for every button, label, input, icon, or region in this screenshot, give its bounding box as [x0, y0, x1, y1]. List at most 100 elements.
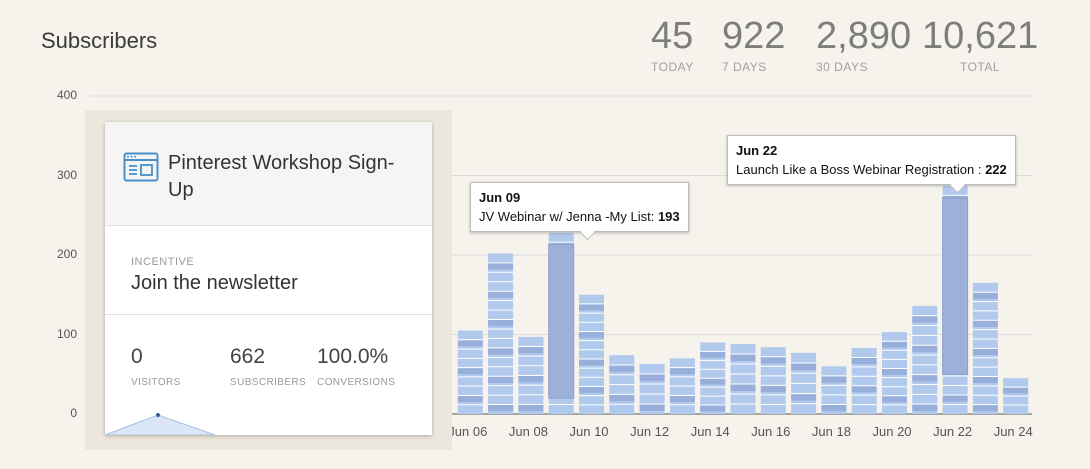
conversions-value: 100.0% [317, 345, 389, 368]
bar[interactable] [1003, 378, 1029, 414]
bar-segment [791, 393, 817, 401]
bar-segment [457, 395, 483, 402]
bar-segment [851, 385, 877, 393]
bar[interactable] [609, 355, 635, 414]
bar[interactable] [882, 332, 907, 414]
bar-segment [1003, 387, 1029, 394]
bar-segment [882, 395, 907, 403]
tooltip-jun-22: Jun 22 Launch Like a Boss Webinar Regist… [727, 135, 1016, 185]
bar[interactable] [548, 232, 575, 414]
bar[interactable] [457, 330, 483, 414]
card-header: Pinterest Workshop Sign-Up [105, 122, 432, 226]
bar[interactable] [579, 294, 604, 414]
bar[interactable] [972, 282, 998, 414]
bar[interactable] [518, 336, 544, 414]
x-tick-label: Jun 08 [508, 424, 548, 439]
card-stat-conversions: 100.0% CONVERSIONS [317, 345, 395, 388]
tooltip-text: Launch Like a Boss Webinar Registration … [736, 162, 986, 177]
bar-segment [972, 292, 998, 299]
bar[interactable] [488, 253, 514, 414]
x-tick-label: Jun 10 [569, 424, 609, 439]
bar[interactable] [700, 342, 726, 414]
tooltip-date: Jun 22 [736, 143, 778, 158]
bar-segment [972, 348, 998, 355]
bar[interactable] [730, 344, 756, 414]
bar[interactable] [760, 347, 786, 414]
subscribers-label: SUBSCRIBERS [230, 377, 307, 388]
highlighted-segment[interactable] [548, 244, 575, 399]
sparkline [105, 413, 216, 435]
bar-segment [760, 356, 786, 364]
bar[interactable] [942, 185, 969, 414]
card-incentive: INCENTIVE Join the newsletter [105, 226, 432, 315]
bar[interactable] [851, 348, 877, 414]
bar-segment [730, 384, 756, 392]
visitors-value: 0 [131, 345, 143, 368]
bar-segment [518, 346, 544, 354]
subscribers-value: 662 [230, 345, 266, 368]
bar-segment [669, 395, 695, 402]
bar-segment [579, 358, 604, 366]
bar-segment [700, 351, 726, 358]
form-card[interactable]: Pinterest Workshop Sign-Up INCENTIVE Joi… [105, 122, 432, 435]
form-window-icon [123, 152, 159, 182]
visitors-label: VISITORS [131, 377, 181, 388]
bar-segment [639, 373, 665, 381]
bar-segment [700, 378, 726, 385]
x-tick-label: Jun 14 [690, 424, 730, 439]
bar[interactable] [669, 358, 695, 414]
y-tick-label: 400 [56, 88, 77, 102]
x-tick-label: Jun 12 [630, 424, 670, 439]
incentive-label: INCENTIVE [131, 256, 195, 268]
tooltip-jun-09: Jun 09 JV Webinar w/ Jenna -My List: 193 [470, 182, 689, 232]
bar-segment [912, 374, 938, 382]
bar-segment [639, 403, 665, 411]
bar-segment [488, 291, 514, 298]
bar[interactable] [791, 352, 817, 414]
bar-segment [579, 386, 604, 393]
x-tick-label: Jun 24 [993, 424, 1033, 439]
y-tick-label: 300 [56, 167, 77, 182]
tooltip-text: JV Webinar w/ Jenna -My List: [479, 209, 658, 224]
card-stat-visitors: 0 VISITORS [131, 345, 181, 388]
tooltip-value: 222 [985, 162, 1007, 177]
x-tick-label: Jun 22 [933, 424, 973, 439]
bar-segment [972, 376, 998, 384]
bar-body [488, 253, 514, 414]
bar-segment [851, 357, 877, 365]
bar-segment [700, 405, 726, 412]
bar-segment [821, 375, 847, 383]
bar[interactable] [912, 305, 938, 414]
highlighted-segment[interactable] [942, 197, 969, 375]
x-tick-label: Jun 20 [872, 424, 912, 439]
bar[interactable] [821, 366, 847, 414]
bar-segment [488, 319, 514, 327]
bar-segment [882, 341, 907, 348]
tooltip-date: Jun 09 [479, 190, 521, 205]
bar-segment [730, 354, 756, 362]
bar-segment [912, 404, 938, 412]
bar-segment [972, 320, 998, 327]
bar-segment [488, 404, 514, 412]
incentive-value: Join the newsletter [131, 272, 298, 294]
bar-segment [488, 262, 514, 270]
x-tick-label: Jun 06 [448, 424, 488, 439]
tooltip-value: 193 [657, 209, 680, 224]
bar-segment [579, 331, 604, 338]
card-stats: 0 VISITORS 662 SUBSCRIBERS 100.0% CONVER… [105, 315, 432, 435]
bar-segment [488, 376, 514, 383]
x-tick-label: Jun 16 [751, 424, 791, 439]
bar-segment [457, 339, 483, 347]
bar-segment [942, 394, 968, 402]
bar-segment [669, 367, 695, 375]
sparkline-point [156, 413, 160, 417]
y-tick-label: 100 [56, 326, 77, 341]
bar-segment [488, 347, 514, 355]
x-tick-label: Jun 18 [811, 424, 851, 439]
conversions-label: CONVERSIONS [317, 377, 396, 388]
bar-segment [579, 303, 604, 311]
bar[interactable] [639, 363, 665, 414]
card-stat-subscribers: 662 SUBSCRIBERS [230, 345, 306, 388]
bar-segment [912, 345, 938, 353]
bar-segment [972, 404, 998, 412]
